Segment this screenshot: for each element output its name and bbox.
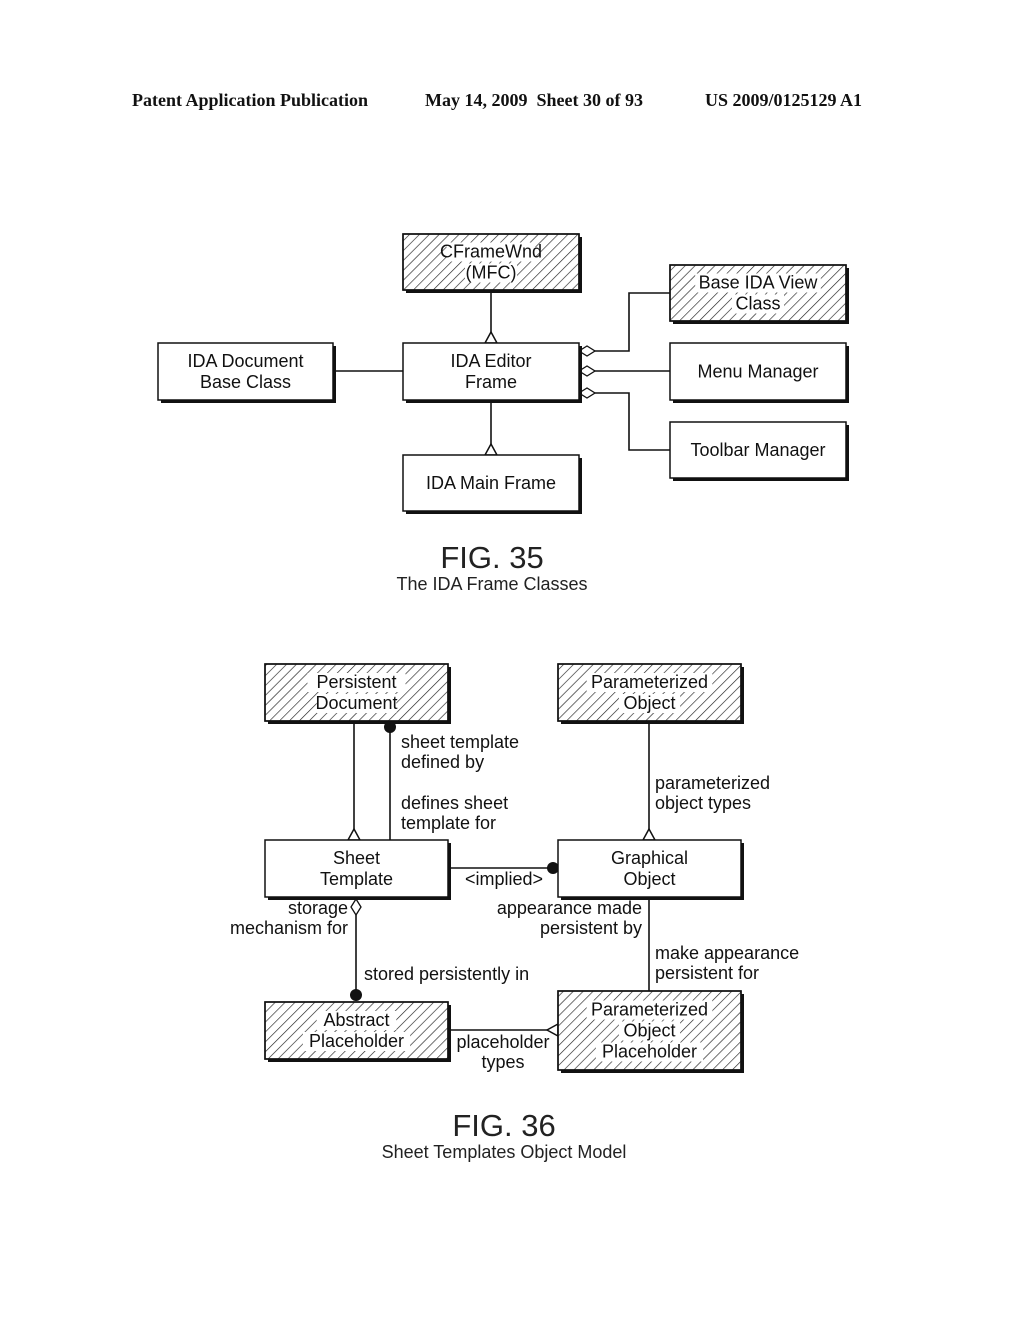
label-line: defines sheet xyxy=(401,793,508,813)
label-line: storage xyxy=(288,898,348,918)
class-graphical-object: GraphicalObject xyxy=(557,839,744,900)
class-toolbar-manager: Toolbar Manager xyxy=(669,421,849,481)
label-parameterized-object-types: parameterizedobject types xyxy=(655,773,770,813)
class-name-line: Menu Manager xyxy=(697,362,818,382)
class-parameterized-object-placeholder: ParameterizedObjectPlaceholder xyxy=(557,990,744,1073)
label-line: defined by xyxy=(401,752,484,772)
label-implied: <implied> xyxy=(465,869,543,889)
class-name-line: CFrameWnd xyxy=(440,242,542,262)
class-persistent-document: PersistentDocument xyxy=(264,663,451,724)
class-name-line: Parameterized xyxy=(591,672,708,692)
class-name-line: Object xyxy=(623,1021,675,1041)
label-placeholder-types: placeholdertypes xyxy=(456,1032,549,1072)
class-abstract-placeholder: AbstractPlaceholder xyxy=(264,1001,451,1062)
diagram-canvas: CFrameWnd(MFC) Base IDA ViewClass IDA Docu… xyxy=(157,233,849,1162)
label-line: object types xyxy=(655,793,751,813)
label-line: persistent for xyxy=(655,963,759,983)
class-name-line: IDA Editor xyxy=(450,351,531,371)
label-line: template for xyxy=(401,813,496,833)
class-name-line: Placeholder xyxy=(309,1031,404,1051)
class-parameterized-object: ParameterizedObject xyxy=(557,663,744,724)
class-name-line: Object xyxy=(623,693,675,713)
fig35-caption: The IDA Frame Classes xyxy=(396,574,587,594)
class-menu-manager: Menu Manager xyxy=(669,342,849,403)
label-line: types xyxy=(481,1052,524,1072)
class-name-line: Abstract xyxy=(323,1010,389,1030)
class-name-line: Object xyxy=(623,869,675,889)
class-name-line: Graphical xyxy=(611,848,688,868)
aggregation-toolbar-manager xyxy=(595,392,670,451)
label-line: persistent by xyxy=(540,918,642,938)
label-line: placeholder xyxy=(456,1032,549,1052)
class-name-line: Base IDA View xyxy=(699,273,819,293)
class-name-line: Toolbar Manager xyxy=(690,440,825,460)
fig36-title: FIG. 36 xyxy=(452,1108,555,1143)
class-cframewnd: CFrameWnd(MFC) xyxy=(402,233,582,293)
label-line: mechanism for xyxy=(230,918,348,938)
inheritance-arrow-icon xyxy=(346,827,362,841)
label-defines-sheet-template-for: defines sheettemplate for xyxy=(401,793,508,833)
label-line: make appearance xyxy=(655,943,799,963)
class-name-line: Template xyxy=(320,869,393,889)
label-make-appearance-persistent-for: make appearancepersistent for xyxy=(655,943,799,983)
label-line: stored persistently in xyxy=(364,964,529,984)
label-line: appearance made xyxy=(497,898,642,918)
label-line: parameterized xyxy=(655,773,770,793)
fig35-title: FIG. 35 xyxy=(440,540,543,575)
class-name-line: IDA Main Frame xyxy=(426,473,556,493)
class-ida-document-base: IDA DocumentBase Class xyxy=(157,342,336,403)
class-name-line: Document xyxy=(315,693,397,713)
class-base-ida-view: Base IDA ViewClass xyxy=(669,264,849,324)
aggregation-base-view xyxy=(595,292,670,352)
class-ida-editor-frame: IDA EditorFrame xyxy=(402,342,582,403)
label-sheet-template-defined-by: sheet templatedefined by xyxy=(401,732,519,772)
class-name-line: Placeholder xyxy=(602,1042,697,1062)
inheritance-arrow-icon xyxy=(483,330,499,344)
label-appearance-made-persistent-by: appearance madepersistent by xyxy=(497,898,642,938)
class-name-line: (MFC) xyxy=(466,263,517,283)
label-stored-persistently-in: stored persistently in xyxy=(364,964,529,984)
multiplicity-dot-icon xyxy=(350,989,362,1001)
label-line: sheet template xyxy=(401,732,519,752)
aggregation-diamond-icon xyxy=(350,897,362,917)
class-name-line: IDA Document xyxy=(187,351,303,371)
multiplicity-dot-icon xyxy=(547,862,559,874)
fig36-caption: Sheet Templates Object Model xyxy=(382,1142,627,1162)
class-sheet-template: SheetTemplate xyxy=(264,839,451,900)
class-name-line: Parameterized xyxy=(591,1000,708,1020)
inheritance-arrow-icon xyxy=(641,827,657,841)
inheritance-arrow-icon xyxy=(483,442,499,456)
class-name-line: Frame xyxy=(465,372,517,392)
class-name-line: Class xyxy=(735,294,780,314)
class-name-line: Persistent xyxy=(316,672,396,692)
class-name-line: Sheet xyxy=(333,848,380,868)
label-storage-mechanism-for: storagemechanism for xyxy=(230,898,348,938)
class-ida-main-frame: IDA Main Frame xyxy=(402,454,582,514)
label-line: <implied> xyxy=(465,869,543,889)
class-name-line: Base Class xyxy=(200,372,291,392)
